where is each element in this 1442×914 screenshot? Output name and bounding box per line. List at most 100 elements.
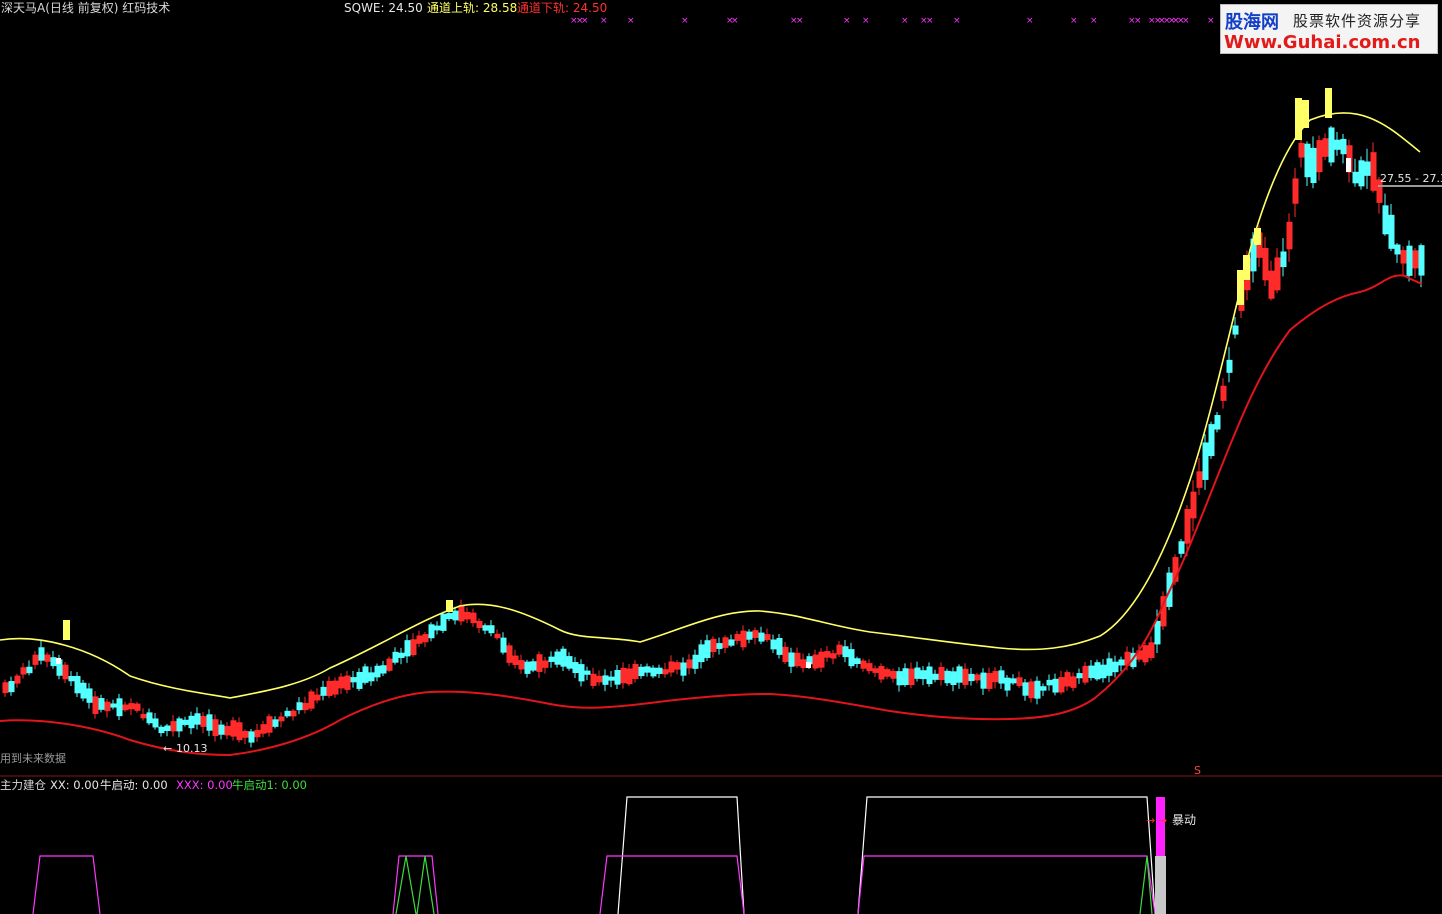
candle-body [164, 725, 171, 732]
candle-body [146, 712, 153, 724]
candle-body [380, 665, 387, 674]
candle-body [338, 676, 345, 689]
price-range-label: 27.55 - 27.3 [1380, 172, 1442, 185]
candle-body [128, 703, 135, 710]
candle-body [932, 673, 939, 680]
candle-body [1022, 682, 1029, 696]
candle-body [1334, 139, 1341, 150]
candle-body [1394, 244, 1401, 255]
candle-body [788, 652, 795, 667]
candle-body [392, 651, 399, 663]
candle-body [446, 613, 453, 620]
candle-body [968, 673, 975, 682]
x-marker: × [1070, 16, 1078, 26]
candle-body [134, 703, 141, 711]
candle-body [980, 672, 987, 689]
candle-body [782, 646, 789, 663]
candle-body [668, 661, 675, 673]
candle-body [1358, 160, 1365, 187]
candle-body [800, 659, 807, 669]
candle-body [1148, 642, 1155, 658]
candle-body [560, 648, 567, 667]
candle-body [1064, 672, 1071, 687]
candle-body [1190, 491, 1197, 519]
candle-body [842, 646, 849, 658]
candle-body [656, 667, 663, 674]
candle-body [278, 716, 285, 722]
candle-body [32, 654, 39, 665]
candle-body [1058, 677, 1065, 693]
xxx-value: XXX: 0.00 [176, 778, 233, 792]
signal-text: 暴动 [1172, 813, 1196, 827]
candle-body [920, 670, 927, 680]
candle-body [26, 666, 33, 674]
candle-body [308, 691, 315, 709]
candle-body [1004, 677, 1011, 691]
candle-body [1082, 665, 1089, 683]
candle-body [1154, 620, 1161, 645]
candle-body [482, 625, 489, 631]
candle-body [1328, 127, 1335, 163]
chart-canvas[interactable]: ××× × × × ×× ×× × × × ×× × × × × ×× ×××××××× × 27.55 - 2… [0, 0, 1442, 914]
candle-body [476, 620, 483, 629]
candle-body [218, 724, 225, 735]
low-arrow: ← [163, 742, 172, 755]
candle-body [836, 644, 843, 655]
candle-body [638, 666, 645, 677]
white-candle [56, 658, 61, 664]
candle-body [50, 657, 57, 667]
s-marker: S [1194, 764, 1201, 777]
candle-body [440, 613, 447, 631]
candle-body [68, 676, 75, 682]
candle-body [908, 668, 915, 686]
candle-body [740, 630, 747, 648]
candle-body [854, 658, 861, 664]
candle-body [680, 662, 687, 676]
candle-body [890, 670, 897, 679]
candle-body [464, 611, 471, 620]
candle-body [1220, 385, 1227, 401]
candle-body [452, 610, 459, 621]
candle-body [716, 643, 723, 649]
candle-body [188, 715, 195, 729]
candle-body [1142, 645, 1149, 663]
candle-body [1268, 270, 1275, 299]
candle-body [674, 662, 681, 670]
candle-body [962, 668, 969, 685]
indicator-magenta-line [32, 855, 1156, 914]
candle-body [152, 718, 159, 728]
candle-body [950, 671, 957, 685]
candle-body [1214, 415, 1221, 430]
candle-body [1364, 161, 1371, 176]
candle-body [200, 715, 207, 727]
candle-body [1400, 250, 1407, 264]
signal-arrow: → [1146, 814, 1155, 827]
x-marker: × [731, 16, 739, 26]
x-marker: × [1026, 16, 1034, 26]
candle-body [38, 647, 45, 661]
candle-body [320, 686, 327, 696]
candle-body [872, 668, 879, 673]
white-candle [1346, 158, 1351, 172]
x-marker: × [926, 16, 934, 26]
candle-body [650, 667, 657, 677]
x-marker: × [627, 16, 635, 26]
candle-body [626, 668, 633, 685]
future-data-note: 用到未来数据 [0, 751, 66, 765]
candle-body [1274, 257, 1281, 291]
candle-body [1226, 359, 1233, 373]
candle-body [1070, 676, 1077, 688]
candle-body [182, 719, 189, 725]
candle-body [506, 645, 513, 663]
candle-body [752, 630, 759, 638]
candle-body [998, 670, 1005, 684]
x-marker: × [901, 16, 909, 26]
candle-body [1280, 251, 1287, 268]
candle-body [404, 640, 411, 657]
candle-body [206, 714, 213, 731]
indicator-name: 主力建仓 [0, 778, 46, 792]
candle-body [272, 719, 279, 727]
candle-body [494, 633, 501, 639]
candle-body [914, 667, 921, 679]
candle-body [992, 671, 999, 683]
